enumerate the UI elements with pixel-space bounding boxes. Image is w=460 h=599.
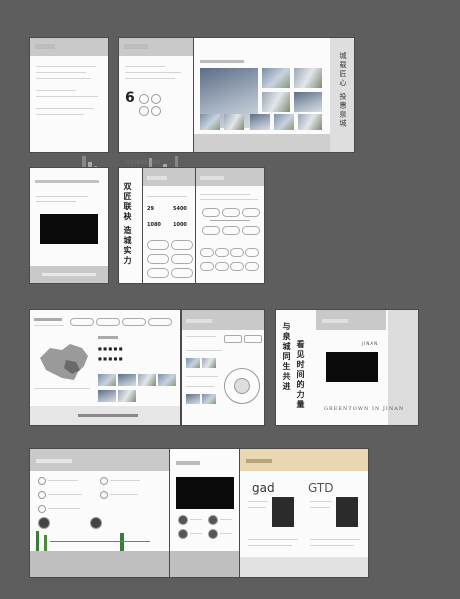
- jinan-title: JINAN: [362, 341, 379, 346]
- panel-services: [182, 310, 264, 425]
- vertical-text-left: 与泉城同生共进: [282, 322, 292, 392]
- big-number: 6: [125, 90, 135, 106]
- panel-3-vertical-title: 城载匠心 投惠泉城: [339, 52, 347, 129]
- photo-3: [262, 92, 290, 112]
- jinan-video[interactable]: [326, 352, 378, 382]
- photo-2: [294, 68, 322, 88]
- panel-5: 双匠联袂 造城实力: [119, 168, 142, 283]
- panel-jinan: 与泉城同生共进 看见时间的力量 JINAN GREENTOWN IN JINAN: [276, 310, 418, 425]
- panel-1: CENTURY: [30, 38, 108, 181]
- video-screen[interactable]: [40, 214, 98, 244]
- china-map: [40, 344, 88, 380]
- panel-2: 6 CHINATOWN: [119, 38, 194, 179]
- stat-3: 1080: [147, 222, 161, 228]
- gtd-logo: GTD: [308, 481, 334, 495]
- vertical-text-1: 双匠联袂: [123, 182, 133, 222]
- panel-construction: [170, 449, 240, 577]
- vertical-text-right: 看见时间的力量: [296, 340, 306, 410]
- portrait-left: [272, 497, 294, 527]
- panel-1-tag: [35, 44, 55, 49]
- panel-system: [30, 449, 170, 577]
- photo-1: [262, 68, 290, 88]
- panel-6: 29 5400 1080 1000: [143, 168, 195, 283]
- vertical-text-2: 造城实力: [123, 226, 133, 266]
- jinan-footer: GREENTOWN IN JINAN: [324, 406, 405, 412]
- panel-designers: gad GTD: [240, 449, 368, 577]
- panel-3: 城载匠心 投惠泉城: [194, 38, 354, 152]
- construction-video[interactable]: [176, 477, 234, 509]
- panel-map: ■ ■ ■ ■ ■ ■ ■ ■ ■ ■: [30, 310, 180, 425]
- stat-1: 29: [147, 206, 154, 212]
- portrait-right: [336, 497, 358, 527]
- photo-4: [294, 92, 322, 112]
- panel-2-caption: CHINATOWN: [127, 160, 161, 165]
- gad-logo: gad: [252, 481, 275, 495]
- stat-4: 1000: [173, 222, 187, 228]
- stat-2: 5400: [173, 206, 187, 212]
- panel-7: [196, 168, 264, 283]
- panel-4: [30, 168, 108, 283]
